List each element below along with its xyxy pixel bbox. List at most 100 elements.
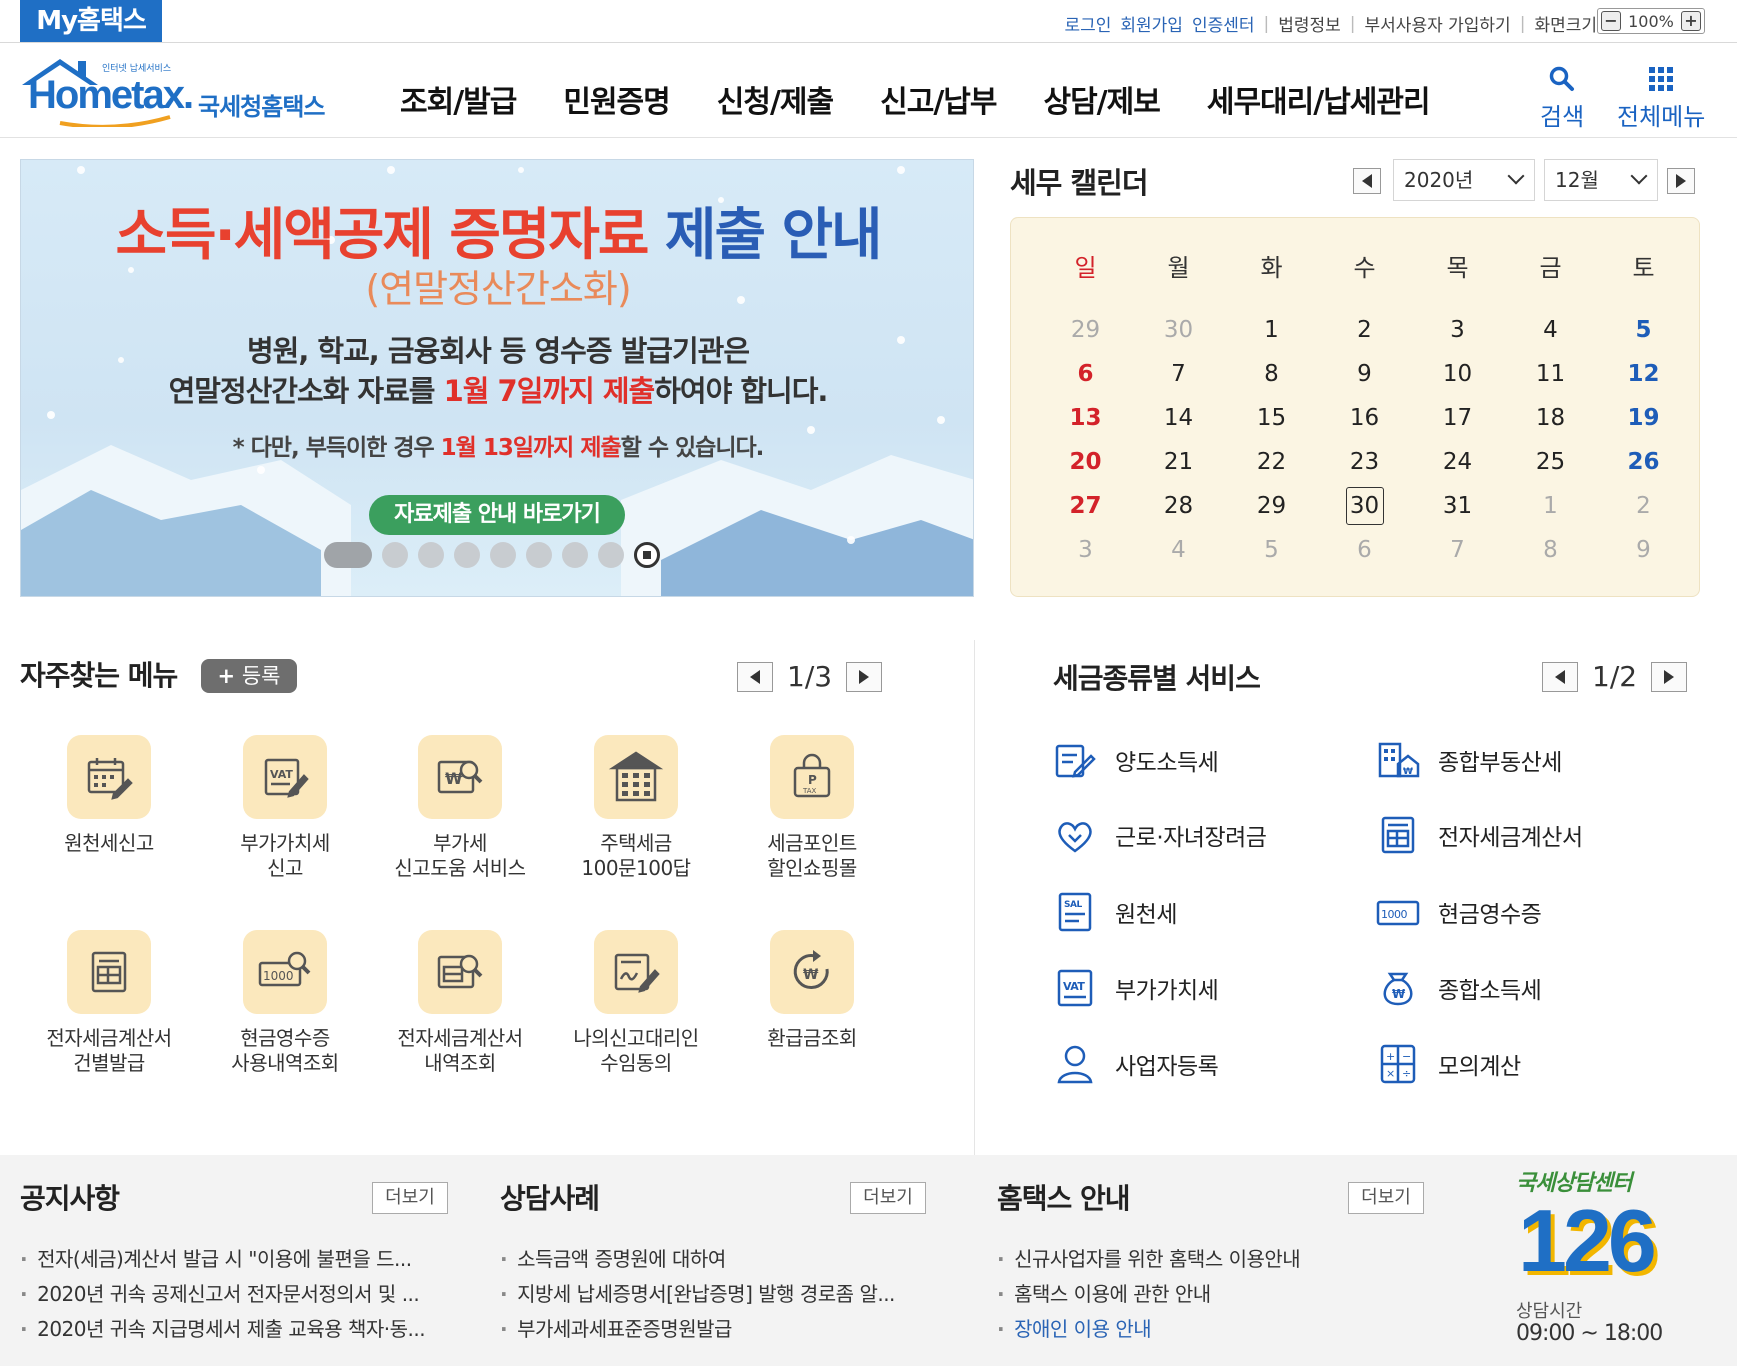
main-banner[interactable]: 소득·세액공제 증명자료 제출 안내 (연말정산간소화) 병원, 학교, 금융회… (20, 159, 974, 597)
notice-item[interactable]: 전자(세금)계산서 발급 시 "이용에 불편을 드... (20, 1243, 425, 1278)
nav-report-pay[interactable]: 신고/납부 (880, 77, 997, 121)
nav-civil-cert[interactable]: 민원증명 (563, 77, 670, 121)
calendar-day[interactable]: 26 (1597, 442, 1690, 486)
calendar-day[interactable]: 21 (1132, 442, 1225, 486)
calendar-day[interactable]: 16 (1318, 398, 1411, 442)
tax-service-item[interactable]: SAL 원천세 (1053, 890, 1177, 934)
banner-dot-7[interactable] (562, 542, 588, 568)
calendar-day[interactable]: 30 (1132, 310, 1225, 354)
calendar-day[interactable]: 1 (1225, 310, 1318, 354)
frequent-menu-item[interactable]: ₩ 환급금조회 (732, 930, 892, 1051)
calendar-day[interactable]: 3 (1039, 530, 1132, 574)
calendar-day[interactable]: 6 (1318, 530, 1411, 574)
nav-apply-submit[interactable]: 신청/제출 (717, 77, 834, 121)
frequent-menu-item[interactable]: ₩ 부가세 신고도움 서비스 (380, 735, 540, 881)
frequent-prev-button[interactable] (737, 661, 773, 692)
calendar-day[interactable]: 29 (1225, 486, 1318, 530)
banner-dot-2[interactable] (382, 542, 408, 568)
calendar-day[interactable]: 2 (1318, 310, 1411, 354)
guide-more-button[interactable]: 더보기 (1348, 1182, 1424, 1214)
tax-service-item[interactable]: 1000 현금영수증 (1376, 890, 1542, 934)
calendar-day[interactable]: 28 (1132, 486, 1225, 530)
frequent-menu-item[interactable]: 전자세금계산서 내역조회 (380, 930, 540, 1076)
consult-more-button[interactable]: 더보기 (850, 1182, 926, 1214)
frequent-menu-item[interactable]: VAT 부가가치세 신고 (205, 735, 365, 881)
tax-service-item[interactable]: ₩ 종합부동산세 (1376, 738, 1562, 782)
nav-inquiry-issue[interactable]: 조회/발급 (400, 77, 517, 121)
tax-service-item[interactable]: 전자세금계산서 (1376, 813, 1583, 857)
cert-center-link[interactable]: 인증센터 (1192, 11, 1255, 36)
law-info-link[interactable]: 법령정보 (1278, 11, 1341, 36)
calendar-day[interactable]: 4 (1504, 310, 1597, 354)
nav-consult-report[interactable]: 상담/제보 (1043, 77, 1160, 121)
tax-services-prev-button[interactable] (1542, 661, 1578, 692)
calendar-day[interactable]: 1 (1504, 486, 1597, 530)
calendar-day[interactable]: 23 (1318, 442, 1411, 486)
login-link[interactable]: 로그인 (1064, 11, 1111, 36)
zoom-out-button[interactable]: − (1601, 11, 1621, 31)
frequent-menu-item[interactable]: P TAX 세금포인트 할인쇼핑몰 (732, 735, 892, 881)
calendar-day[interactable]: 8 (1504, 530, 1597, 574)
tax-service-item[interactable]: ₩ 종합소득세 (1376, 966, 1542, 1010)
calendar-day[interactable]: 31 (1411, 486, 1504, 530)
calendar-day[interactable]: 18 (1504, 398, 1597, 442)
banner-dot-6[interactable] (526, 542, 552, 568)
calendar-day[interactable]: 17 (1411, 398, 1504, 442)
call-center-banner[interactable]: 국세상담센터 126 상담시간 09:00 ~ 18:00 (1516, 1165, 1716, 1355)
calendar-day[interactable]: 19 (1597, 398, 1690, 442)
frequent-menu-item[interactable]: 나의신고대리인 수임동의 (556, 930, 716, 1076)
dept-user-signup-link[interactable]: 부서사용자 가입하기 (1365, 11, 1511, 36)
banner-dot-1[interactable] (324, 542, 372, 568)
calendar-day[interactable]: 22 (1225, 442, 1318, 486)
calendar-next-button[interactable] (1667, 168, 1695, 194)
calendar-prev-button[interactable] (1353, 168, 1381, 194)
notice-more-button[interactable]: 더보기 (372, 1182, 448, 1214)
calendar-day[interactable]: 5 (1225, 530, 1318, 574)
banner-dot-5[interactable] (490, 542, 516, 568)
calendar-day[interactable]: 15 (1225, 398, 1318, 442)
calendar-month-select[interactable]: 12월 (1544, 159, 1658, 201)
frequent-menu-item[interactable]: 전자세금계산서 건별발급 (29, 930, 189, 1076)
calendar-day[interactable]: 9 (1318, 354, 1411, 398)
consult-item[interactable]: 부가세과세표준증명원발급 (500, 1313, 895, 1348)
consult-item[interactable]: 지방세 납세증명서[완납증명] 발행 경로좀 알... (500, 1278, 895, 1313)
calendar-day[interactable]: 2 (1597, 486, 1690, 530)
tax-service-item[interactable]: 사업자등록 (1053, 1042, 1219, 1086)
calendar-day[interactable]: 9 (1597, 530, 1690, 574)
tax-services-next-button[interactable] (1651, 661, 1688, 692)
calendar-day[interactable]: 5 (1597, 310, 1690, 354)
calendar-day[interactable]: 6 (1039, 354, 1132, 398)
consult-item[interactable]: 소득금액 증명원에 대하여 (500, 1243, 895, 1278)
calendar-day[interactable]: 8 (1225, 354, 1318, 398)
notice-item[interactable]: 2020년 귀속 공제신고서 전자문서정의서 및 ... (20, 1278, 425, 1313)
guide-item[interactable]: 홈택스 이용에 관한 안내 (997, 1278, 1300, 1313)
tax-service-item[interactable]: + − × ÷ 모의계산 (1376, 1042, 1521, 1086)
calendar-day-today[interactable]: 30 (1318, 486, 1411, 530)
guide-item[interactable]: 신규사업자를 위한 홈택스 이용안내 (997, 1243, 1301, 1278)
zoom-in-button[interactable]: + (1681, 11, 1701, 31)
calendar-day[interactable]: 12 (1597, 354, 1690, 398)
frequent-menu-add-button[interactable]: + 등록 (201, 659, 297, 693)
signup-link[interactable]: 회원가입 (1120, 11, 1183, 36)
my-hometax-button[interactable]: My홈택스 (20, 0, 162, 42)
banner-stop-button[interactable] (634, 542, 660, 568)
calendar-year-select[interactable]: 2020년 (1393, 159, 1535, 201)
tax-service-item[interactable]: VAT 부가가치세 (1053, 966, 1219, 1010)
frequent-menu-item[interactable]: 원천세신고 (29, 735, 189, 856)
guide-item[interactable]: 장애인 이용 안내 (997, 1313, 1300, 1348)
calendar-day[interactable]: 7 (1411, 530, 1504, 574)
calendar-day[interactable]: 14 (1132, 398, 1225, 442)
hometax-logo[interactable]: 인터넷 납세서비스 Hometax. 국세청홈택스 (20, 55, 340, 129)
banner-dot-3[interactable] (418, 542, 444, 568)
calendar-day[interactable]: 29 (1039, 310, 1132, 354)
calendar-day[interactable]: 4 (1132, 530, 1225, 574)
frequent-next-button[interactable] (846, 661, 883, 692)
calendar-day[interactable]: 11 (1504, 354, 1597, 398)
calendar-day[interactable]: 27 (1039, 486, 1132, 530)
banner-dot-8[interactable] (598, 542, 624, 568)
banner-cta-button[interactable]: 자료제출 안내 바로가기 (369, 495, 625, 535)
calendar-day[interactable]: 7 (1132, 354, 1225, 398)
banner-dot-4[interactable] (454, 542, 480, 568)
tax-service-item[interactable]: 양도소득세 (1053, 738, 1219, 782)
search-button[interactable]: 검색 (1540, 61, 1584, 132)
